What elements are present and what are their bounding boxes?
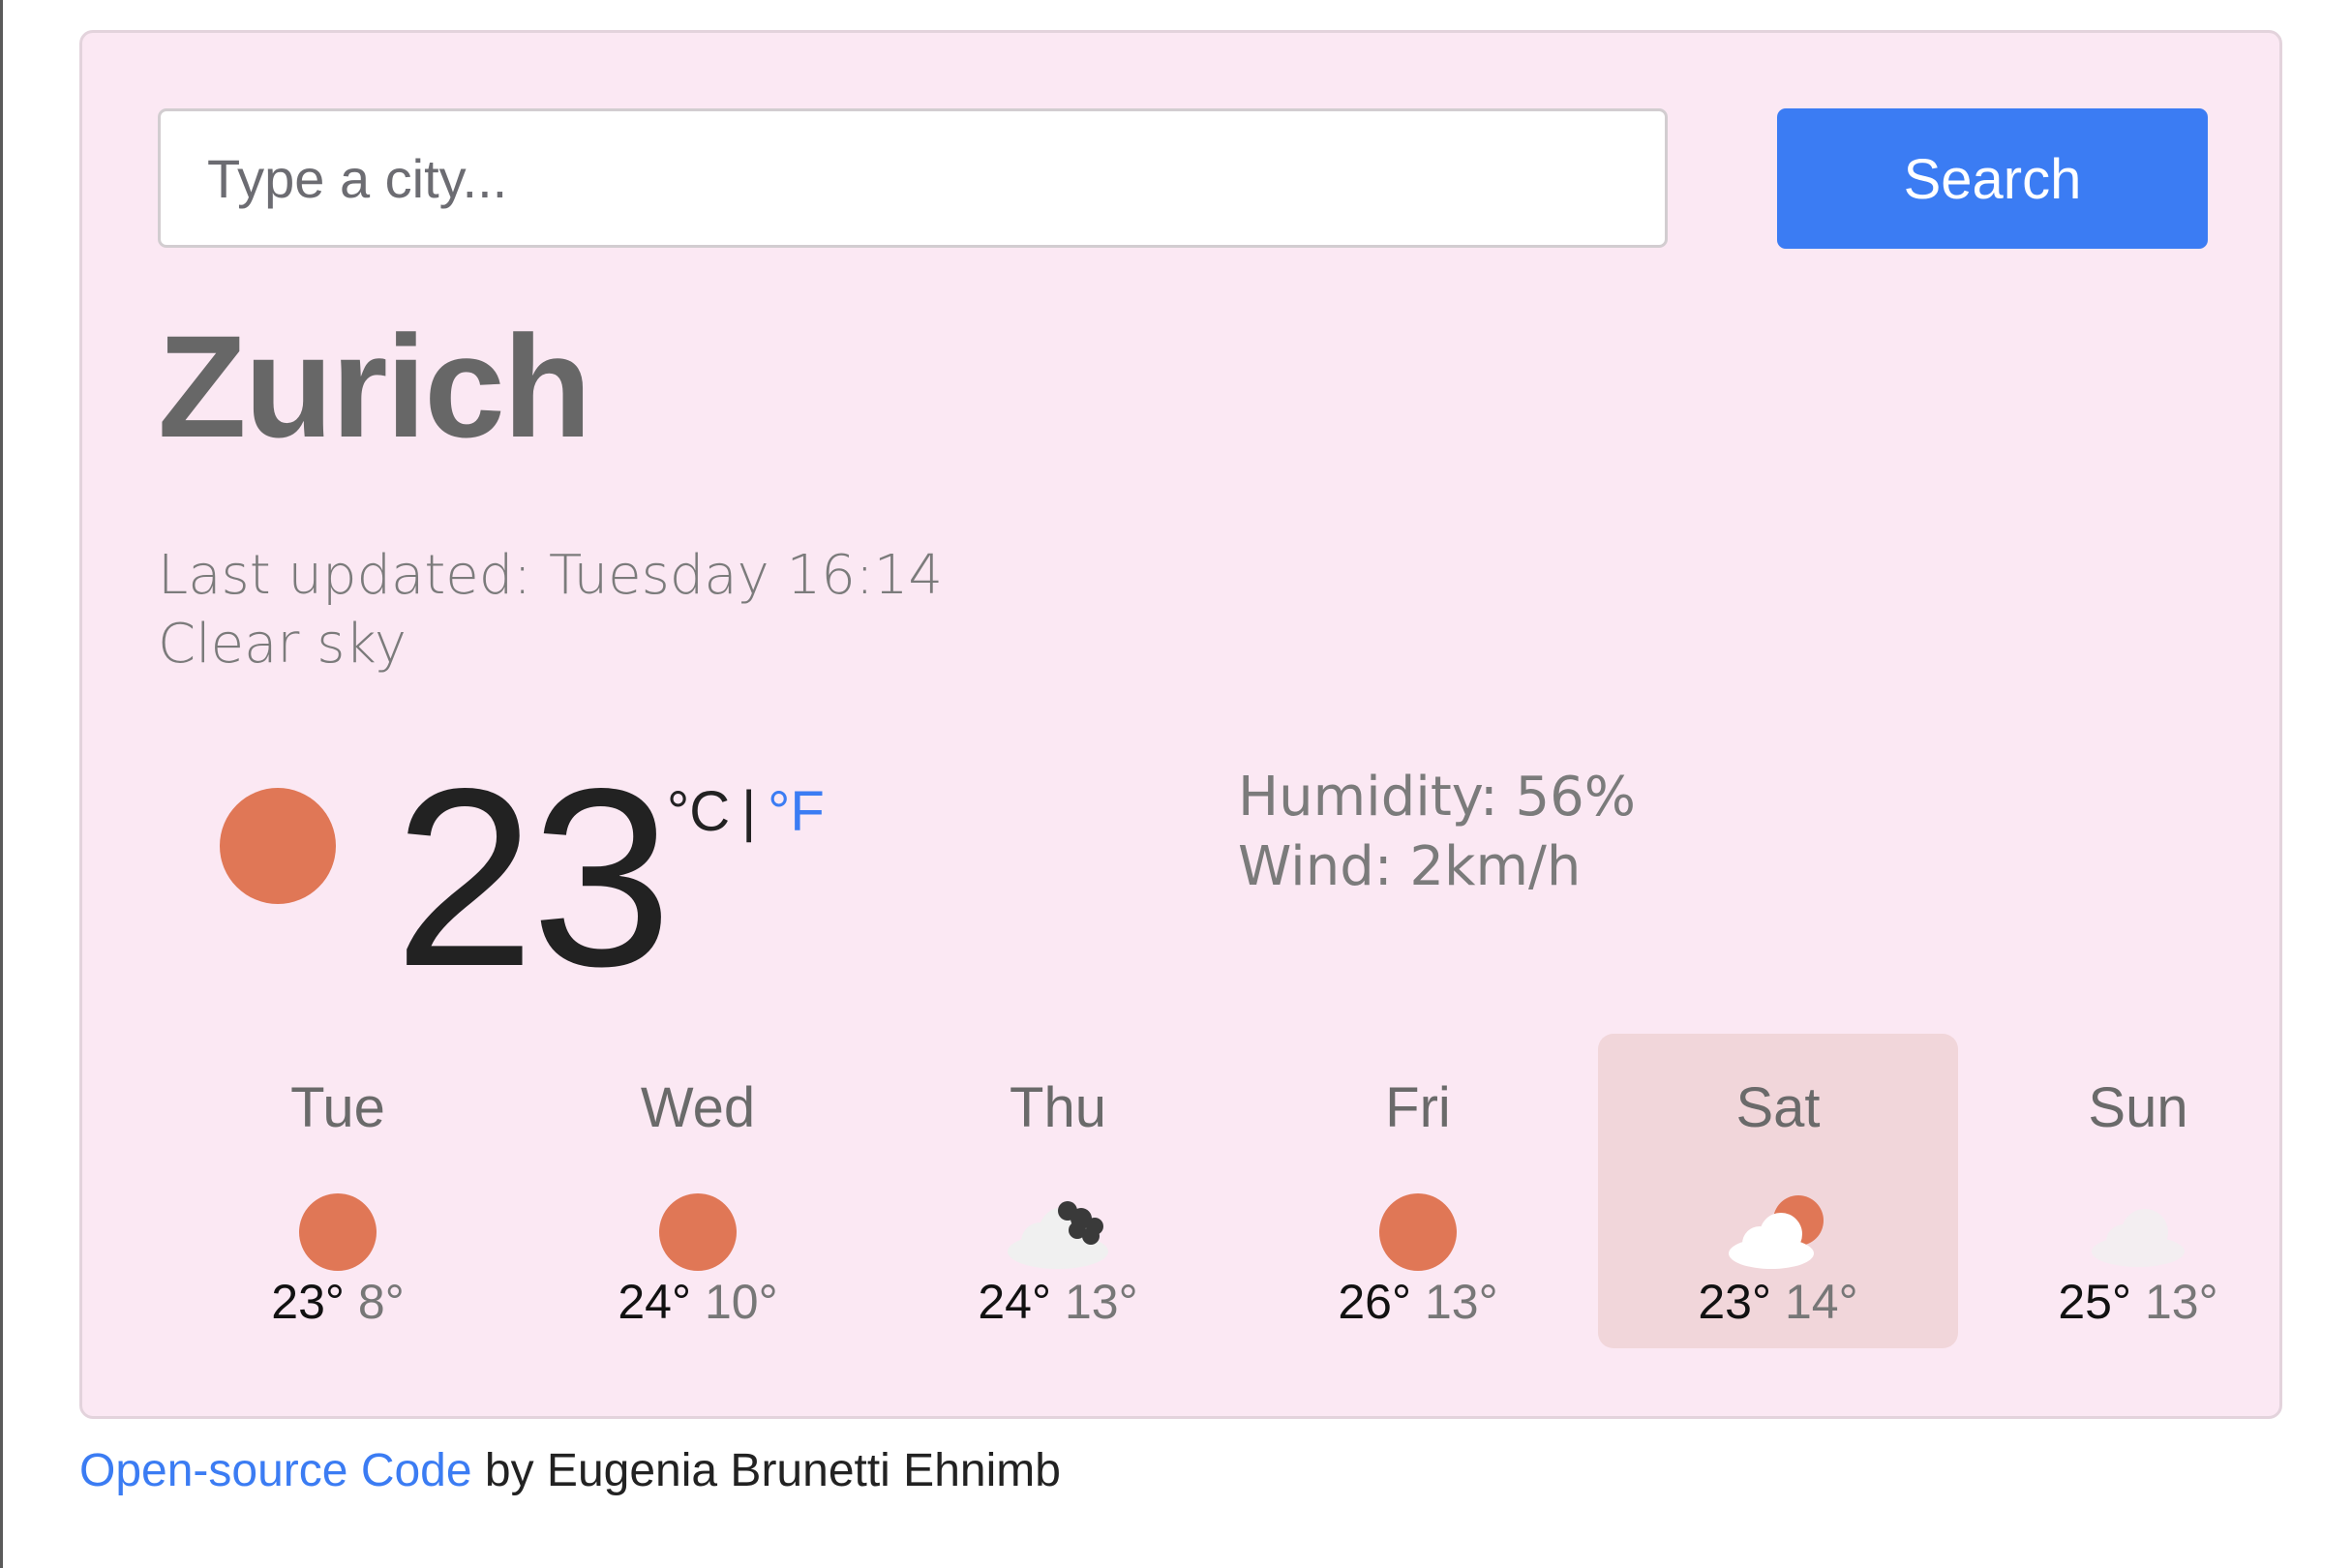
city-search-input[interactable]: [158, 108, 1668, 248]
forecast-day[interactable]: Fri 26° 13°: [1238, 1034, 1598, 1348]
forecast-max-temp: 23°: [1698, 1275, 1771, 1329]
dark-clouds-icon: [1008, 1201, 1108, 1269]
forecast-max-temp: 24°: [618, 1275, 691, 1329]
unit-toggle: °C | °F: [667, 784, 825, 840]
forecast-min-temp: 13°: [2145, 1275, 2218, 1329]
forecast-max-temp: 24°: [978, 1275, 1051, 1329]
forecast-day-name: Sat: [1735, 1076, 1821, 1139]
forecast: Tue 23° 8° Wed 24° 10° Thu 24° 13° Fri 2…: [158, 1034, 2319, 1348]
weather-details: Humidity: 56% Wind: 2km/h: [1238, 763, 1636, 902]
forecast-day-name: Wed: [640, 1076, 756, 1139]
unit-separator: |: [741, 780, 757, 843]
forecast-day[interactable]: Tue 23° 8°: [158, 1034, 518, 1348]
forecast-min-temp: 8°: [357, 1275, 405, 1329]
forecast-max-temp: 26°: [1338, 1275, 1411, 1329]
forecast-temps: 24° 13°: [878, 1278, 1238, 1326]
cloud-icon: [2092, 1209, 2185, 1267]
search-button[interactable]: Search: [1777, 108, 2208, 249]
forecast-max-temp: 23°: [271, 1275, 345, 1329]
current-temperature: 23: [394, 736, 672, 1019]
forecast-max-temp: 25°: [2058, 1275, 2131, 1329]
forecast-day[interactable]: Wed 24° 10°: [518, 1034, 878, 1348]
sun-icon: [299, 1193, 377, 1271]
city-name: Zurich: [158, 305, 591, 467]
forecast-day[interactable]: Sun 25° 13°: [1958, 1034, 2318, 1348]
humidity: Humidity: 56%: [1238, 766, 1636, 829]
window-left-border: [0, 0, 3, 1568]
weather-card: Search Zurich Last updated: Tuesday 16:1…: [79, 30, 2282, 1419]
forecast-min-temp: 13°: [1065, 1275, 1138, 1329]
sun-icon: [659, 1193, 737, 1271]
footer-author: by Eugenia Brunetti Ehnimb: [471, 1445, 1061, 1496]
forecast-min-temp: 14°: [1785, 1275, 1858, 1329]
forecast-temps: 25° 13°: [1958, 1278, 2318, 1326]
forecast-day-name: Thu: [1010, 1076, 1106, 1139]
weather-description: Clear sky: [158, 613, 407, 676]
forecast-day-name: Tue: [290, 1076, 385, 1139]
open-source-code-link[interactable]: Open-source Code: [79, 1445, 472, 1496]
sun-icon: [1379, 1193, 1457, 1271]
forecast-min-temp: 13°: [1425, 1275, 1498, 1329]
forecast-temps: 23° 8°: [158, 1278, 518, 1326]
forecast-day[interactable]: Thu 24° 13°: [878, 1034, 1238, 1348]
sun-behind-cloud-icon: [1729, 1195, 1824, 1269]
forecast-day-selected[interactable]: Sat 23° 14°: [1598, 1034, 1958, 1348]
forecast-temps: 23° 14°: [1598, 1278, 1958, 1326]
forecast-min-temp: 10°: [705, 1275, 778, 1329]
wind: Wind: 2km/h: [1238, 835, 1582, 898]
forecast-temps: 24° 10°: [518, 1278, 878, 1326]
footer: Open-source Code by Eugenia Brunetti Ehn…: [79, 1448, 1061, 1494]
forecast-day-name: Fri: [1385, 1076, 1451, 1139]
forecast-day-name: Sun: [2088, 1076, 2188, 1139]
sun-icon: [218, 786, 338, 911]
unit-celsius[interactable]: °C: [667, 780, 730, 843]
forecast-temps: 26° 13°: [1238, 1278, 1598, 1326]
unit-fahrenheit-link[interactable]: °F: [768, 780, 825, 843]
last-updated: Last updated: Tuesday 16:14: [158, 544, 943, 607]
